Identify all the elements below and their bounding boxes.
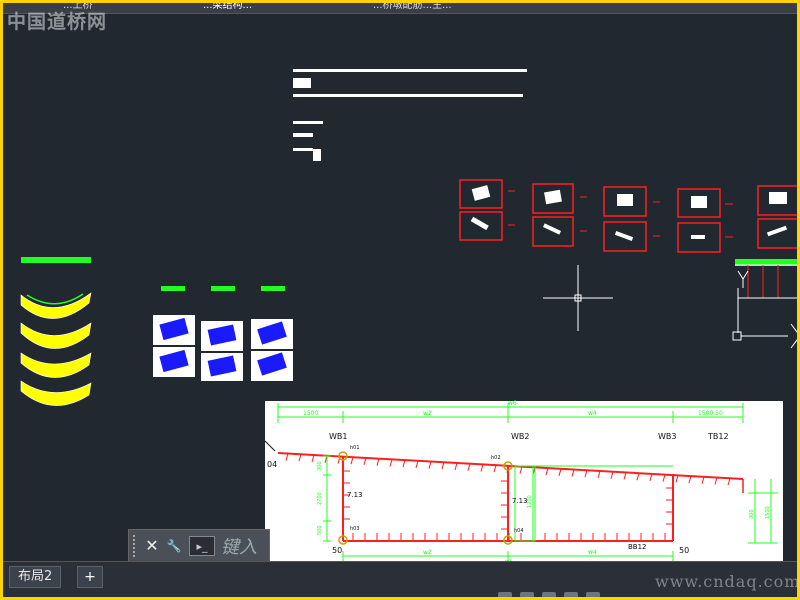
layout-tab-2[interactable]: 布局2 xyxy=(9,566,62,588)
watermark-top: 中国道桥网 xyxy=(7,11,108,33)
command-prompt-icon[interactable]: ▸_ xyxy=(189,536,215,556)
wrench-icon[interactable]: 🔧 xyxy=(163,535,185,557)
bottom-label-right: 50 xyxy=(679,546,689,555)
close-icon[interactable]: ✕ xyxy=(141,535,163,557)
beam-label-wb2: WB2 xyxy=(511,432,530,441)
dim-vert-mid: 1200 xyxy=(527,495,533,508)
dim-vert-1: 300 xyxy=(317,461,323,471)
watermark-bottom: www.cndaq.com xyxy=(655,572,800,591)
bottom-label-left: 50 xyxy=(332,546,342,555)
status-icon[interactable] xyxy=(542,592,556,597)
dim-bot-1: w2 xyxy=(423,549,432,556)
bottom-bar-label: BB12 xyxy=(628,543,647,551)
title-block xyxy=(293,69,527,161)
drag-grip-icon[interactable] xyxy=(133,535,141,557)
beam-label-tb12: TB12 xyxy=(707,432,729,441)
elevation-label: 04 xyxy=(267,460,277,469)
bar-label-left: 7.13 xyxy=(347,491,363,499)
dim-top-left: 1500 xyxy=(303,410,318,417)
document-tab[interactable]: ...桥墩配筋...主... xyxy=(373,3,452,12)
status-bar-icons xyxy=(498,592,600,597)
bar-label-mid: 7.13 xyxy=(512,497,528,505)
dim-right-1: 300 xyxy=(749,509,755,519)
drawing-canvas[interactable]: 1500 w2 w6 w4 1500.50 WB1 WB2 WB3 TB12 0… xyxy=(3,13,800,561)
status-icon[interactable] xyxy=(564,592,578,597)
dim-bot-2: w4 xyxy=(588,549,597,556)
dim-vert-2: 2700 xyxy=(317,492,323,505)
dim-top-right: 1500.50 xyxy=(698,410,723,417)
app-frame: ...上桥 ...梁结构... ...桥墩配筋...主... 1500 w2 w… xyxy=(0,0,800,600)
command-input[interactable]: 键入 xyxy=(221,533,257,559)
beam-label-wb1: WB1 xyxy=(329,432,348,441)
green-section-marks xyxy=(161,286,285,291)
status-icon[interactable] xyxy=(498,592,512,597)
curved-girder-plans xyxy=(20,257,92,406)
add-layout-button[interactable]: + xyxy=(77,566,103,588)
document-tab-active[interactable]: ...梁结构... xyxy=(203,3,252,12)
dim-top-mid2: w4 xyxy=(588,410,597,417)
status-icon[interactable] xyxy=(520,592,534,597)
node-label-h02: h02 xyxy=(491,455,501,461)
node-label-h03: h03 xyxy=(350,526,360,532)
ucs-icon xyxy=(732,323,797,349)
detail-box-contents xyxy=(470,185,788,241)
status-icon[interactable] xyxy=(586,592,600,597)
dim-right-2: 1500 xyxy=(765,506,771,519)
crosshair-cursor xyxy=(543,265,613,331)
blue-detail-panels xyxy=(153,315,293,381)
partial-pier-drawing xyxy=(735,259,797,333)
dim-vert-3: 500 xyxy=(317,525,323,535)
node-label-h04: h04 xyxy=(514,528,524,534)
bridge-cross-section: 1500 w2 w6 w4 1500.50 WB1 WB2 WB3 TB12 0… xyxy=(264,400,783,561)
dim-top-total: w6 xyxy=(508,400,517,407)
dim-top-mid1: w2 xyxy=(423,410,432,417)
beam-label-wb3: WB3 xyxy=(658,432,677,441)
command-line-bar: ✕ 🔧 ▸_ 键入 xyxy=(128,529,270,563)
node-label-h01: h01 xyxy=(350,445,360,451)
